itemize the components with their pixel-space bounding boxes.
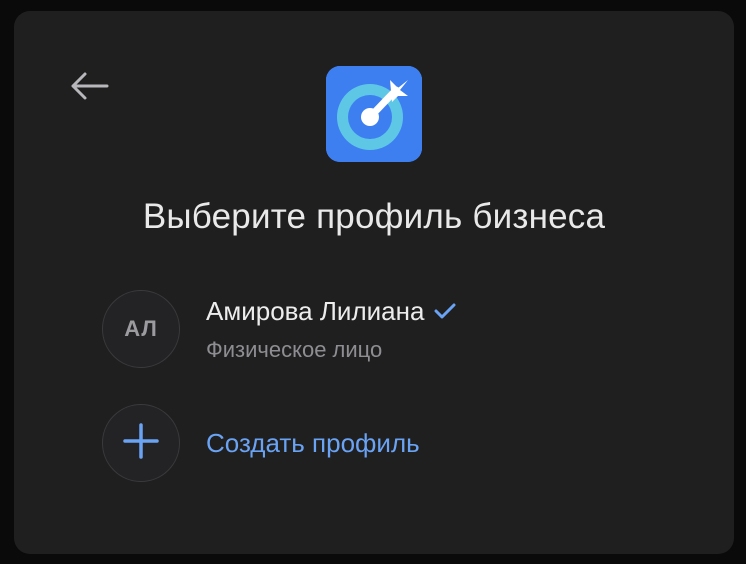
target-dart-icon bbox=[326, 66, 422, 162]
app-logo bbox=[326, 66, 422, 162]
avatar: АЛ bbox=[102, 290, 180, 368]
arrow-left-icon bbox=[69, 71, 109, 106]
create-profile-label: Создать профиль bbox=[206, 428, 420, 458]
profile-item[interactable]: АЛ Амирова Лилиана Физическое лицо bbox=[102, 290, 456, 368]
profile-name: Амирова Лилиана bbox=[206, 295, 425, 326]
create-profile-button[interactable]: Создать профиль bbox=[102, 404, 420, 482]
plus-icon bbox=[123, 422, 159, 464]
plus-circle bbox=[102, 404, 180, 482]
page-title: Выберите профиль бизнеса bbox=[142, 197, 606, 236]
profile-select-dialog: Выберите профиль бизнеса АЛ Амирова Лили… bbox=[14, 11, 734, 554]
profile-type: Физическое лицо bbox=[206, 336, 383, 362]
checkmark-icon bbox=[434, 302, 456, 320]
profile-name-line: Амирова Лилиана bbox=[206, 295, 456, 327]
profile-info: Амирова Лилиана Физическое лицо bbox=[206, 295, 456, 364]
back-button[interactable] bbox=[64, 63, 114, 113]
